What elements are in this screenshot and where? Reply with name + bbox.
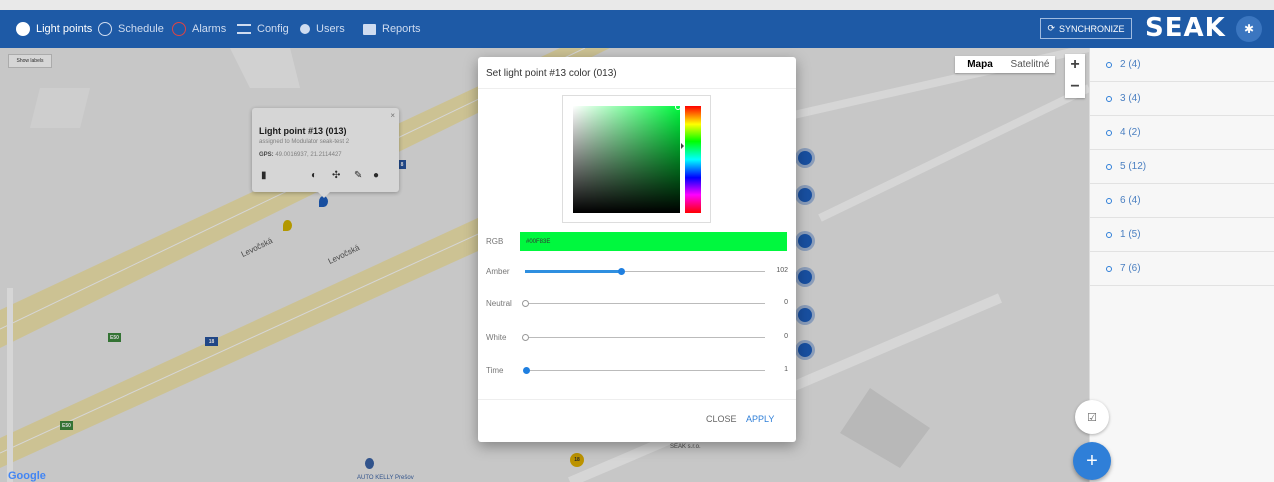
group-item[interactable]: 6 (4) <box>1090 184 1274 218</box>
group-item[interactable]: 2 (4) <box>1090 48 1274 82</box>
slider-label: Amber <box>486 267 510 276</box>
divider <box>478 88 796 89</box>
zoom-in-button[interactable]: + <box>1065 54 1085 76</box>
white-slider[interactable] <box>522 334 765 341</box>
group-label: 1 (5) <box>1120 229 1141 240</box>
saturation-value-area[interactable] <box>573 104 681 213</box>
clock-icon <box>98 22 112 36</box>
map-type-satellite[interactable]: Satelitné <box>1005 59 1055 70</box>
slider-thumb[interactable] <box>522 367 530 374</box>
group-label: 4 (2) <box>1120 127 1141 138</box>
group-dot-icon <box>1106 61 1112 68</box>
set-color-dialog: Set light point #13 color (013) RGB #00F… <box>478 57 796 442</box>
divider <box>478 399 796 400</box>
nav-label: Reports <box>382 23 421 35</box>
slider-value: 102 <box>776 267 788 274</box>
google-logo: Google <box>8 470 46 482</box>
amber-slider-row: Amber 102 <box>478 265 796 279</box>
slider-thumb[interactable] <box>522 334 529 341</box>
add-icon: + <box>1086 449 1098 472</box>
time-slider[interactable] <box>522 367 765 374</box>
brand-logo: SEAK <box>1145 13 1226 43</box>
zoom-out-button[interactable]: − <box>1065 76 1085 98</box>
dialog-title: Set light point #13 color (013) <box>486 68 617 79</box>
nav-label: Alarms <box>192 23 227 35</box>
slider-thumb[interactable] <box>618 268 625 275</box>
group-label: 5 (12) <box>1120 161 1147 172</box>
time-slider-row: Time 1 <box>478 364 796 378</box>
checklist-icon: ☑ <box>1087 411 1097 424</box>
group-item[interactable]: 3 (4) <box>1090 82 1274 116</box>
slider-value: 0 <box>784 333 788 340</box>
apply-button[interactable]: APPLY <box>746 414 774 424</box>
top-navigation-bar: Light points Schedule Alarms Config User… <box>0 10 1274 48</box>
select-mode-button[interactable]: ☑ <box>1075 400 1109 434</box>
sliders-icon <box>237 24 251 34</box>
nav-label: Users <box>316 23 345 35</box>
group-dot-icon <box>1106 129 1112 136</box>
zoom-control: + − <box>1065 54 1085 98</box>
nav-users[interactable]: Users <box>300 10 345 48</box>
group-item[interactable]: 4 (2) <box>1090 116 1274 150</box>
nav-alarms[interactable]: Alarms <box>172 10 226 48</box>
rgb-label: RGB <box>486 237 504 246</box>
slider-label: Neutral <box>486 299 512 308</box>
white-slider-row: White 0 <box>478 331 796 345</box>
sync-icon: ⟳ <box>1047 23 1056 33</box>
alarm-icon <box>172 22 186 36</box>
slider-label: Time <box>486 366 504 375</box>
group-dot-icon <box>1106 163 1112 170</box>
synchronize-label: SYNCHRONIZE <box>1059 23 1125 34</box>
nav-config[interactable]: Config <box>237 10 289 48</box>
group-label: 6 (4) <box>1120 195 1141 206</box>
user-icon <box>300 24 310 34</box>
neutral-slider[interactable] <box>522 300 765 307</box>
group-item[interactable]: 7 (6) <box>1090 252 1274 286</box>
settings-button[interactable]: ✱ <box>1236 16 1262 42</box>
group-dot-icon <box>1106 231 1112 238</box>
compass-icon <box>16 22 30 36</box>
slider-fill <box>525 270 621 273</box>
slider-label: White <box>486 333 507 342</box>
neutral-slider-row: Neutral 0 <box>478 297 796 311</box>
nav-reports[interactable]: Reports <box>363 10 421 48</box>
hue-indicator-icon[interactable] <box>681 143 684 149</box>
group-dot-icon <box>1106 197 1112 204</box>
color-picker <box>562 95 711 223</box>
hue-slider[interactable] <box>685 106 701 213</box>
rgb-input[interactable]: #00F83E <box>520 232 787 251</box>
synchronize-button[interactable]: ⟳ SYNCHRONIZE <box>1040 18 1132 39</box>
slider-value: 1 <box>784 366 788 373</box>
group-item[interactable]: 5 (12) <box>1090 150 1274 184</box>
map-type-map[interactable]: Mapa <box>955 59 1005 70</box>
group-sidebar: 2 (4) 3 (4) 4 (2) 5 (12) 6 (4) 1 (5) 7 (… <box>1089 48 1274 482</box>
group-label: 3 (4) <box>1120 93 1141 104</box>
group-item[interactable]: 1 (5) <box>1090 218 1274 252</box>
amber-slider[interactable] <box>525 268 765 275</box>
nav-schedule[interactable]: Schedule <box>98 10 164 48</box>
group-label: 7 (6) <box>1120 263 1141 274</box>
close-button[interactable]: CLOSE <box>706 414 737 424</box>
map-type-control: Mapa Satelitné <box>955 56 1055 73</box>
slider-thumb[interactable] <box>522 300 529 307</box>
folder-icon <box>363 23 376 35</box>
slider-value: 0 <box>784 299 788 306</box>
nav-label: Light points <box>36 23 93 35</box>
nav-light-points[interactable]: Light points <box>16 10 92 48</box>
group-dot-icon <box>1106 265 1112 272</box>
color-picker-cursor[interactable] <box>675 104 681 110</box>
nav-label: Schedule <box>118 23 164 35</box>
add-button[interactable]: + <box>1073 442 1111 480</box>
nav-label: Config <box>257 23 289 35</box>
gear-icon: ✱ <box>1243 22 1255 36</box>
group-label: 2 (4) <box>1120 59 1141 70</box>
group-dot-icon <box>1106 95 1112 102</box>
